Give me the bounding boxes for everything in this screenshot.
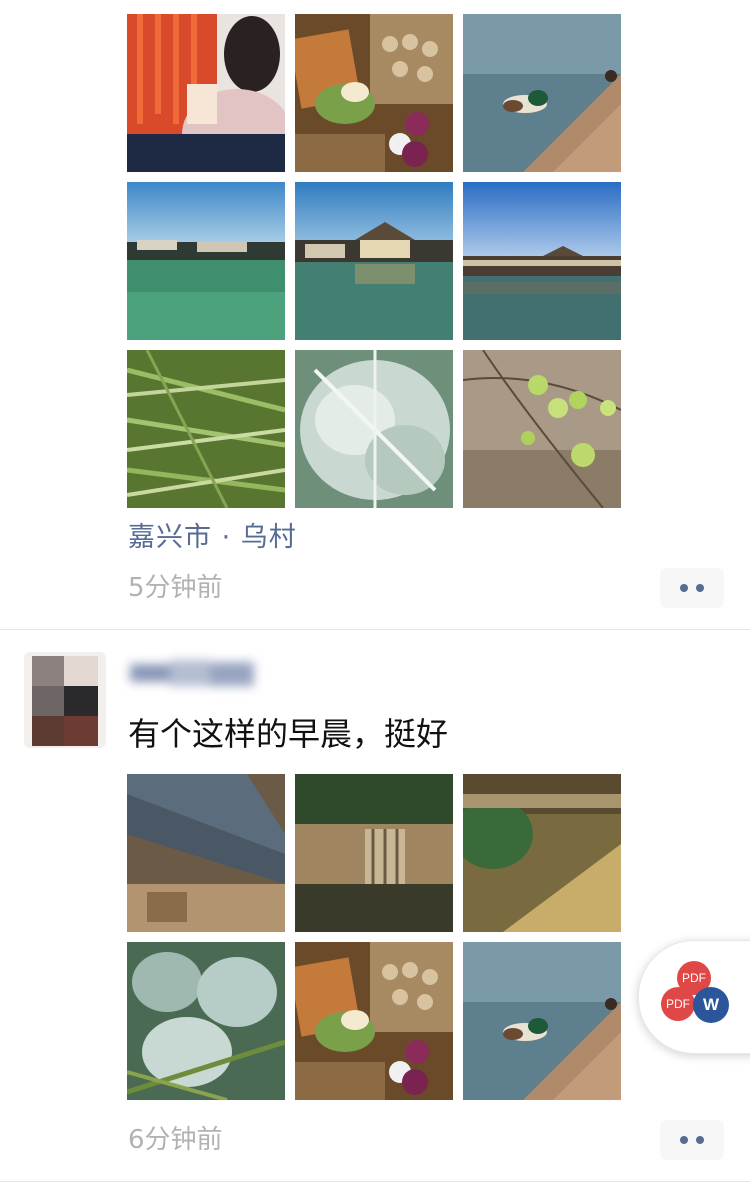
post-timestamp: 5分钟前 bbox=[128, 573, 223, 603]
word-icon: W bbox=[693, 987, 729, 1023]
photo-thumbnail[interactable] bbox=[127, 942, 285, 1100]
post-text: 有个这样的早晨，挺好 bbox=[128, 715, 449, 753]
dot-icon bbox=[680, 584, 688, 592]
photo-thumbnail[interactable] bbox=[463, 182, 621, 340]
avatar[interactable] bbox=[24, 652, 106, 748]
post-location-link[interactable]: 嘉兴市 · 乌村 bbox=[128, 518, 297, 558]
photo-thumbnail[interactable] bbox=[463, 14, 621, 172]
dot-icon bbox=[696, 584, 704, 592]
photo-thumbnail[interactable] bbox=[463, 942, 621, 1100]
dot-icon bbox=[696, 1136, 704, 1144]
post-timestamp: 6分钟前 bbox=[128, 1125, 223, 1155]
dot-icon bbox=[680, 1136, 688, 1144]
photo-thumbnail[interactable] bbox=[295, 182, 453, 340]
more-actions-button[interactable] bbox=[660, 568, 724, 608]
photo-thumbnail[interactable] bbox=[127, 182, 285, 340]
photo-thumbnail[interactable] bbox=[463, 350, 621, 508]
pdf-icon: PDF bbox=[661, 987, 695, 1021]
photo-thumbnail[interactable] bbox=[127, 774, 285, 932]
photo-thumbnail[interactable] bbox=[295, 14, 453, 172]
photo-thumbnail[interactable] bbox=[127, 350, 285, 508]
photo-thumbnail[interactable] bbox=[463, 774, 621, 932]
photo-thumbnail[interactable] bbox=[295, 774, 453, 932]
photo-thumbnail[interactable] bbox=[295, 350, 453, 508]
photo-thumbnail[interactable] bbox=[127, 14, 285, 172]
floating-file-badge[interactable]: PDF PDF W bbox=[638, 940, 750, 1054]
post-divider bbox=[0, 629, 750, 630]
photo-thumbnail[interactable] bbox=[295, 942, 453, 1100]
username-blurred[interactable] bbox=[128, 656, 268, 692]
more-actions-button[interactable] bbox=[660, 1120, 724, 1160]
post-divider bbox=[0, 1181, 750, 1182]
